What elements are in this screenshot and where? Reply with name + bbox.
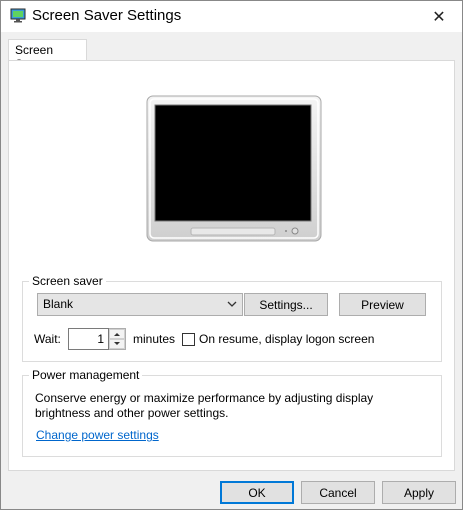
close-icon: ✕ [432, 8, 446, 26]
screen-saver-group-label: Screen saver [29, 274, 106, 288]
wait-spinner [109, 328, 126, 350]
close-button[interactable]: ✕ [416, 1, 462, 32]
apply-button[interactable]: Apply [382, 481, 456, 504]
preview-button-label: Preview [361, 297, 404, 312]
wait-minutes-input[interactable]: 1 [68, 328, 109, 350]
cancel-button[interactable]: Cancel [301, 481, 375, 504]
screen-saver-dropdown[interactable]: Blank [37, 293, 243, 316]
screen-saver-settings-window: Screen Saver Settings ✕ Screen Saver [0, 0, 463, 510]
ok-button-label: OK [248, 485, 266, 500]
change-power-settings-link[interactable]: Change power settings [36, 428, 159, 442]
ok-button[interactable]: OK [220, 481, 294, 504]
tab-panel: Screen saver Blank Settings... Preview W… [8, 60, 455, 471]
settings-button[interactable]: Settings... [244, 293, 328, 316]
window-title: Screen Saver Settings [32, 7, 182, 24]
power-management-group-label: Power management [29, 368, 143, 382]
screen-saver-selected: Blank [43, 297, 74, 311]
monitor-preview [146, 95, 322, 242]
wait-value: 1 [97, 332, 104, 346]
spin-up-icon [114, 333, 120, 336]
settings-button-label: Settings... [259, 297, 313, 312]
power-description-line2: brightness and other power settings. [35, 406, 229, 420]
wait-label: Wait: [34, 332, 61, 346]
monitor-screen [154, 104, 312, 222]
minutes-label: minutes [133, 332, 176, 346]
resume-logon-label[interactable]: On resume, display logon screen [199, 332, 374, 346]
spin-down-button[interactable] [109, 339, 125, 349]
tab-screen-saver[interactable]: Screen Saver [8, 39, 87, 71]
spin-up-button[interactable] [109, 329, 125, 339]
apply-button-label: Apply [403, 485, 435, 500]
power-description-line1: Conserve energy or maximize performance … [35, 391, 374, 405]
spin-down-icon [114, 342, 120, 345]
preview-button[interactable]: Preview [339, 293, 426, 316]
chevron-down-icon [227, 301, 237, 307]
resume-logon-checkbox[interactable] [182, 333, 195, 346]
title-bar: Screen Saver Settings ✕ [1, 1, 462, 32]
monitor-app-icon [10, 8, 26, 23]
cancel-button-label: Cancel [319, 485, 357, 500]
